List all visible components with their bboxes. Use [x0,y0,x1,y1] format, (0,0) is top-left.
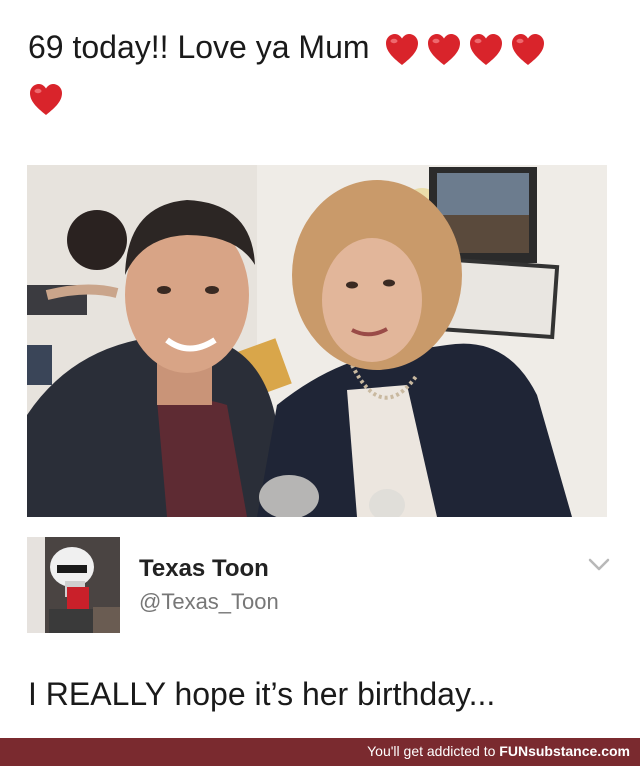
footer-tagline[interactable]: You'll get addicted to FUNsubstance.com [367,743,630,759]
post-caption-text: 69 today!! Love ya Mum [28,29,370,65]
heart-icon [510,32,546,68]
heart-icon [468,32,504,68]
chevron-down-icon[interactable] [587,557,611,573]
stormtrooper-avatar-image [27,537,120,633]
post-caption: 69 today!! Love ya Mum [28,22,618,122]
footer-brand-caps: FUN [499,743,529,759]
footer-brand-rest: substance.com [528,743,630,759]
footer-bar: You'll get addicted to FUNsubstance.com [0,738,640,766]
user-handle[interactable]: @Texas_Toon [139,589,279,615]
heart-icon [28,82,64,118]
tweet-text: I REALLY hope it’s her birthday... [28,676,496,712]
heart-icon [426,32,462,68]
tweet-card[interactable]: Texas Toon @Texas_Toon [27,533,617,643]
heart-icon [384,32,420,68]
footer-prefix: You'll get addicted to [367,743,500,759]
avatar[interactable] [27,537,120,633]
selfie-photo-illustration [27,165,607,517]
selfie-photo[interactable] [27,165,607,517]
display-name[interactable]: Texas Toon [139,555,269,583]
